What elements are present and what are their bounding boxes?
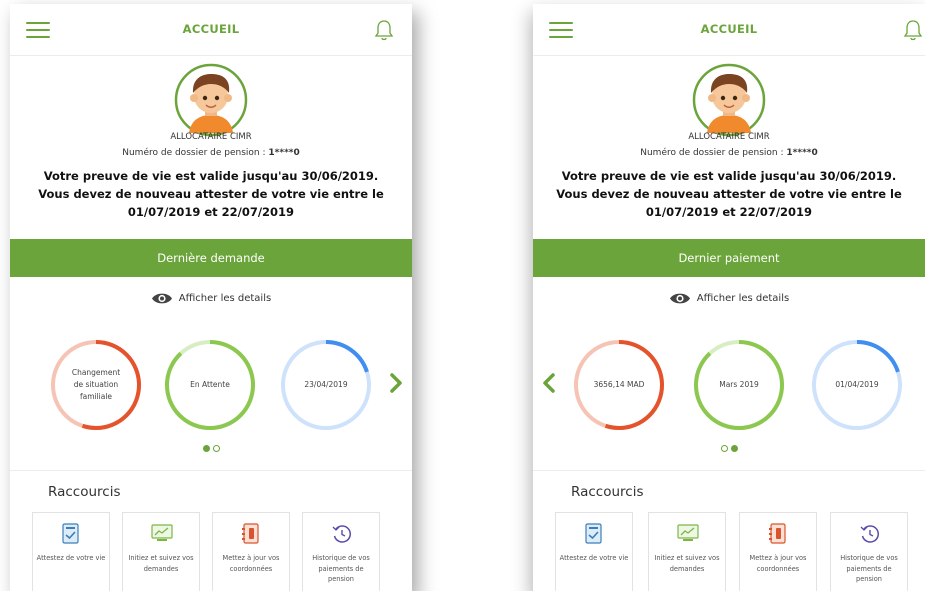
- validity-line-1: Votre preuve de vie est valide jusqu'au …: [561, 169, 897, 183]
- shortcut-label: Historique de vos paiements de pension: [840, 554, 898, 583]
- shortcuts-title: Raccourcis: [571, 484, 644, 500]
- shortcut-label: Attestez de votre vie: [559, 554, 629, 562]
- page-title: ACCUEIL: [182, 22, 240, 36]
- bell-icon[interactable]: [903, 19, 923, 41]
- shortcut-label: Attestez de votre vie: [36, 554, 106, 562]
- shortcut-contact-info[interactable]: Mettez à jour vos coordonnées: [739, 512, 817, 591]
- ring-label: 23/04/2019: [304, 380, 348, 389]
- ring-card-3[interactable]: 23/04/2019: [280, 339, 372, 431]
- top-bar: ACCUEIL: [10, 4, 412, 56]
- validity-message: Votre preuve de vie est valide jusqu'au …: [537, 167, 921, 221]
- shortcut-attest-life[interactable]: Attestez de votre vie: [555, 512, 633, 591]
- carousel-pager: [533, 445, 925, 452]
- dossier-number: Numéro de dossier de pension : 1****0: [10, 148, 412, 158]
- shortcut-payment-history[interactable]: Historique de vos paiements de pension: [830, 512, 908, 591]
- dossier-label: Numéro de dossier de pension :: [122, 148, 269, 158]
- divider: [10, 470, 412, 471]
- bell-icon[interactable]: [374, 19, 394, 41]
- ring-card-3[interactable]: 01/04/2019: [811, 339, 903, 431]
- chevron-right-icon[interactable]: [388, 372, 404, 394]
- ring-card-2[interactable]: En Attente: [164, 339, 256, 431]
- shortcut-label: Mettez à jour vos coordonnées: [222, 554, 280, 573]
- pager-dot-2[interactable]: [212, 445, 220, 452]
- shortcuts-title: Raccourcis: [48, 484, 121, 500]
- chevron-left-icon[interactable]: [541, 372, 557, 394]
- document-check-icon: [585, 523, 602, 544]
- dossier-value: 1****0: [786, 148, 818, 158]
- page-title: ACCUEIL: [700, 22, 758, 36]
- shortcut-contact-info[interactable]: Mettez à jour vos coordonnées: [212, 512, 290, 591]
- pager-dot-1[interactable]: [720, 445, 728, 452]
- address-book-icon: [242, 523, 259, 544]
- history-clock-icon: [332, 525, 351, 543]
- shortcut-attest-life[interactable]: Attestez de votre vie: [32, 512, 110, 591]
- pager-dot-1[interactable]: [202, 445, 210, 452]
- chart-screen-icon: [677, 524, 699, 541]
- boy-avatar-icon: [692, 63, 766, 137]
- chart-screen-icon: [151, 524, 173, 541]
- ring-label: Changement de situation familiale: [71, 368, 121, 401]
- shortcut-label: Mettez à jour vos coordonnées: [749, 554, 807, 573]
- shortcut-requests[interactable]: Initiez et suivez vos demandes: [122, 512, 200, 591]
- validity-line-2: Vous devez de nouveau attester de votre …: [38, 187, 384, 201]
- shortcut-requests[interactable]: Initiez et suivez vos demandes: [648, 512, 726, 591]
- section-banner[interactable]: Dernière demande: [10, 239, 412, 277]
- phone-screen-dernier-paiement: ACCUEIL ALLOCATAIRE CIMR Numéro de dossi…: [533, 4, 925, 591]
- ring-label: En Attente: [190, 380, 230, 389]
- validity-message: Votre preuve de vie est valide jusqu'au …: [20, 167, 402, 221]
- show-details-link[interactable]: Afficher les details: [10, 290, 412, 306]
- validity-line-1: Votre preuve de vie est valide jusqu'au …: [43, 169, 379, 183]
- divider: [533, 470, 925, 471]
- ring-card-2[interactable]: Mars 2019: [693, 339, 785, 431]
- shortcut-label: Initiez et suivez vos demandes: [654, 554, 720, 573]
- document-check-icon: [62, 523, 79, 544]
- dossier-value: 1****0: [268, 148, 300, 158]
- phone-screen-dernier-demande: ACCUEIL ALLOCATAIRE CIMR Numéro de dossi…: [10, 4, 412, 591]
- show-details-link[interactable]: Afficher les details: [533, 290, 925, 306]
- pager-dot-2[interactable]: [730, 445, 738, 452]
- shortcut-label: Initiez et suivez vos demandes: [128, 554, 194, 573]
- profile-role: ALLOCATAIRE CIMR: [170, 132, 252, 142]
- ring-card-1[interactable]: Changement de situation familiale: [50, 339, 142, 431]
- ring-label: Mars 2019: [719, 380, 759, 389]
- top-bar: ACCUEIL: [533, 4, 925, 56]
- address-book-icon: [769, 523, 786, 544]
- ring-label: 3656,14 MAD: [593, 380, 645, 389]
- show-details-label: Afficher les details: [178, 292, 272, 304]
- section-banner[interactable]: Dernier paiement: [533, 239, 925, 277]
- boy-avatar-icon: [174, 63, 248, 137]
- dossier-number: Numéro de dossier de pension : 1****0: [533, 148, 925, 158]
- ring-card-1[interactable]: 3656,14 MAD: [573, 339, 665, 431]
- validity-line-3: 01/07/2019 et 22/07/2019: [127, 205, 295, 219]
- show-details-label: Afficher les details: [696, 292, 790, 304]
- shortcut-payment-history[interactable]: Historique de vos paiements de pension: [302, 512, 380, 591]
- carousel-pager: [10, 445, 412, 452]
- eye-icon: [151, 293, 172, 303]
- history-clock-icon: [860, 525, 879, 543]
- profile-role: ALLOCATAIRE CIMR: [688, 132, 770, 142]
- validity-line-2: Vous devez de nouveau attester de votre …: [556, 187, 902, 201]
- eye-icon: [669, 293, 690, 303]
- shortcut-label: Historique de vos paiements de pension: [312, 554, 370, 583]
- validity-line-3: 01/07/2019 et 22/07/2019: [645, 205, 813, 219]
- dossier-label: Numéro de dossier de pension :: [640, 148, 787, 158]
- ring-label: 01/04/2019: [835, 380, 879, 389]
